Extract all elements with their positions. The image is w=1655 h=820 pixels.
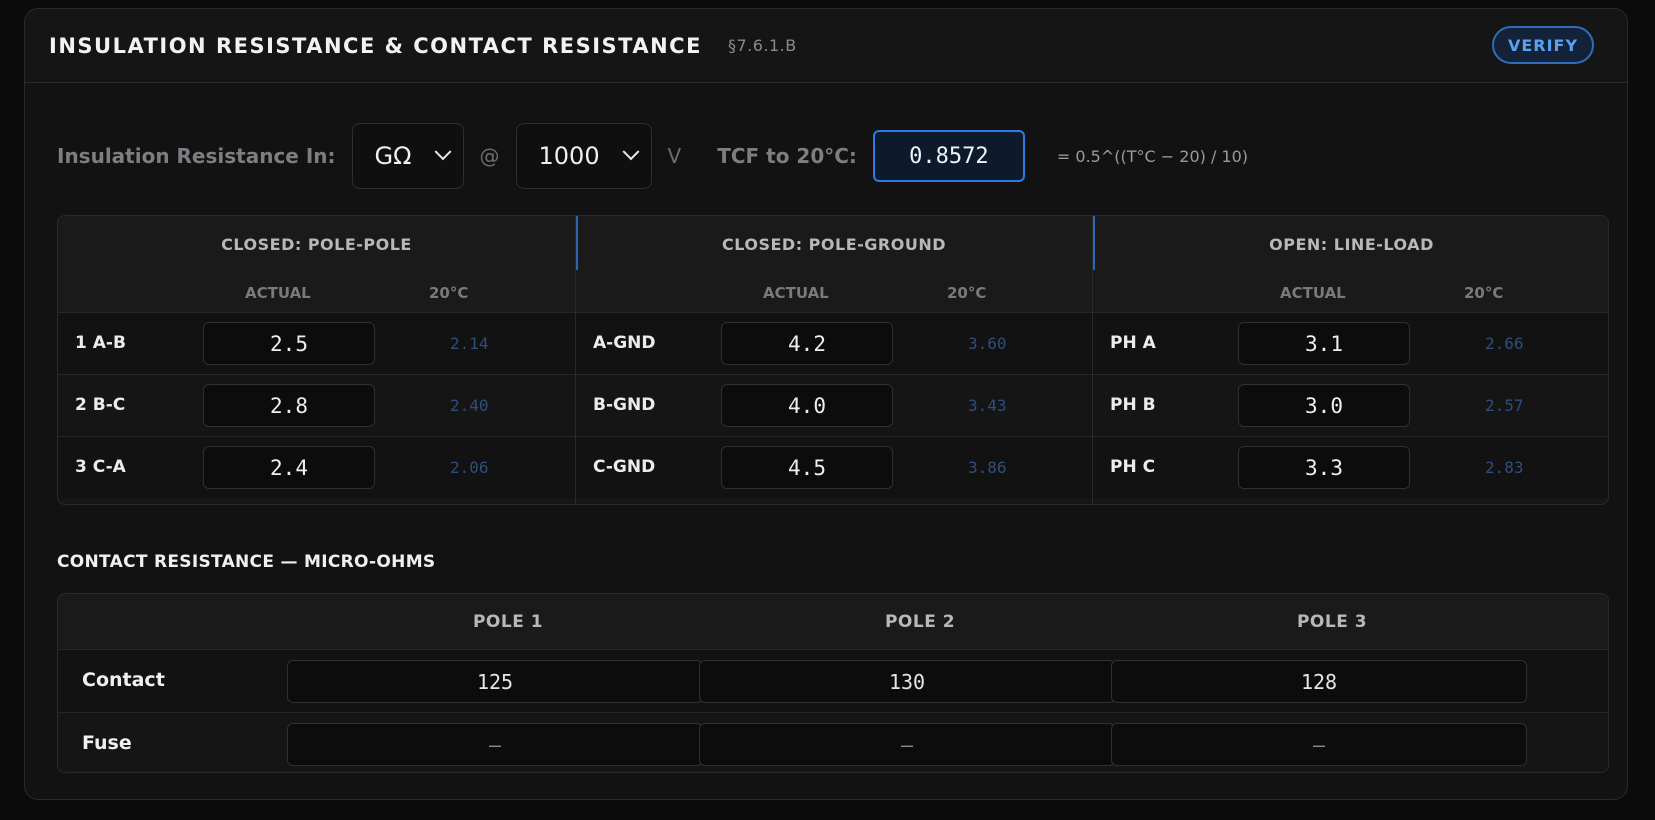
col-actual-header: ACTUAL [245, 284, 311, 302]
table-row: Contact 125 130 128 [58, 650, 1608, 712]
corrected-value: 2.40 [450, 396, 489, 415]
table-row: Fuse — — — [58, 712, 1608, 772]
col-actual-header: ACTUAL [1280, 284, 1346, 302]
row-label: PH C [1110, 457, 1156, 477]
voltage-select[interactable]: 1000 [515, 123, 652, 189]
group-subheader: ACTUAL 20°C [1093, 272, 1608, 312]
actual-input[interactable]: 4.0 [721, 384, 893, 427]
col-pole-1-header: POLE 1 [472, 612, 544, 632]
verify-button[interactable]: VERIFY [1492, 26, 1594, 64]
row-label: Contact [82, 669, 165, 691]
row-label: C-GND [593, 457, 656, 477]
table-row: C-GND 4.5 3.86 [576, 436, 1092, 498]
col-20c-header: 20°C [947, 284, 987, 302]
actual-input[interactable]: 4.5 [721, 446, 893, 489]
table-row: PH C 3.3 2.83 [1093, 436, 1608, 498]
insulation-contact-card: INSULATION RESISTANCE & CONTACT RESISTAN… [24, 8, 1628, 800]
unit-select-value: GΩ [374, 142, 412, 170]
corrected-value: 2.06 [450, 458, 489, 477]
chevron-down-icon [622, 143, 640, 161]
fuse-pole-2-input[interactable]: — [699, 723, 1115, 766]
group-subheader: ACTUAL 20°C [58, 272, 575, 312]
group-pole-pole: CLOSED: POLE-POLE ACTUAL 20°C 1 A-B 2.5 … [58, 216, 575, 504]
card-title: INSULATION RESISTANCE & CONTACT RESISTAN… [49, 33, 702, 58]
actual-input[interactable]: 2.4 [203, 446, 375, 489]
contact-resistance-title: CONTACT RESISTANCE — MICRO-OHMS [57, 552, 436, 572]
actual-input[interactable]: 4.2 [721, 322, 893, 365]
table-row: PH B 3.0 2.57 [1093, 374, 1608, 436]
unit-select[interactable]: GΩ [351, 123, 464, 189]
actual-input[interactable]: 3.3 [1238, 446, 1410, 489]
actual-input[interactable]: 3.1 [1238, 322, 1410, 365]
corrected-value: 2.66 [1485, 334, 1524, 353]
corrected-value: 2.83 [1485, 458, 1524, 477]
actual-input[interactable]: 2.8 [203, 384, 375, 427]
actual-input[interactable]: 3.0 [1238, 384, 1410, 427]
col-pole-3-header: POLE 3 [1296, 612, 1368, 632]
group-header: CLOSED: POLE-POLE [58, 216, 575, 272]
group-header: OPEN: LINE-LOAD [1093, 216, 1608, 272]
contact-pole-1-input[interactable]: 125 [287, 660, 703, 703]
row-label: A-GND [593, 333, 656, 353]
controls-row: Insulation Resistance In: GΩ @ 1000 V TC… [57, 123, 1248, 189]
table-row: 3 C-A 2.4 2.06 [58, 436, 575, 498]
voltage-select-value: 1000 [538, 142, 600, 170]
col-pole-2-header: POLE 2 [884, 612, 956, 632]
row-label: 2 B-C [75, 395, 126, 415]
corrected-value: 2.14 [450, 334, 489, 353]
col-20c-header: 20°C [1464, 284, 1504, 302]
card-header: INSULATION RESISTANCE & CONTACT RESISTAN… [25, 9, 1627, 83]
row-label: B-GND [593, 395, 656, 415]
table-row: PH A 3.1 2.66 [1093, 312, 1608, 374]
table-row: A-GND 4.2 3.60 [576, 312, 1092, 374]
table-row: B-GND 4.0 3.43 [576, 374, 1092, 436]
row-label: 3 C-A [75, 457, 126, 477]
table-row: 2 B-C 2.8 2.40 [58, 374, 575, 436]
ir-unit-label: Insulation Resistance In: [57, 144, 336, 168]
group-pole-ground: CLOSED: POLE-GROUND ACTUAL 20°C A-GND 4.… [575, 216, 1092, 504]
corrected-value: 3.43 [968, 396, 1007, 415]
tcf-formula: = 0.5^((T°C − 20) / 10) [1056, 146, 1249, 166]
group-accent-bar [576, 216, 578, 270]
section-reference: §7.6.1.B [727, 36, 797, 55]
corrected-value: 2.57 [1485, 396, 1524, 415]
tcf-input[interactable]: 0.8572 [872, 130, 1025, 182]
row-label: PH A [1110, 333, 1156, 353]
group-header: CLOSED: POLE-GROUND [576, 216, 1092, 272]
group-line-load: OPEN: LINE-LOAD ACTUAL 20°C PH A 3.1 2.6… [1092, 216, 1608, 504]
col-actual-header: ACTUAL [763, 284, 829, 302]
tcf-label: TCF to 20°C: [717, 144, 857, 168]
at-symbol: @ [479, 144, 500, 168]
fuse-pole-1-input[interactable]: — [287, 723, 703, 766]
contact-resistance-table: POLE 1 POLE 2 POLE 3 Contact 125 130 128… [57, 593, 1609, 773]
row-label: Fuse [82, 732, 132, 754]
fuse-pole-3-input[interactable]: — [1111, 723, 1527, 766]
col-20c-header: 20°C [429, 284, 469, 302]
actual-input[interactable]: 2.5 [203, 322, 375, 365]
row-label: 1 A-B [75, 333, 126, 353]
insulation-table: CLOSED: POLE-POLE ACTUAL 20°C 1 A-B 2.5 … [57, 215, 1609, 505]
table-row: 1 A-B 2.5 2.14 [58, 312, 575, 374]
voltage-unit: V [667, 144, 682, 168]
chevron-down-icon [434, 143, 452, 161]
contact-pole-2-input[interactable]: 130 [699, 660, 1115, 703]
contact-table-header: POLE 1 POLE 2 POLE 3 [58, 594, 1608, 650]
group-subheader: ACTUAL 20°C [576, 272, 1092, 312]
group-accent-bar [1093, 216, 1095, 270]
corrected-value: 3.60 [968, 334, 1007, 353]
corrected-value: 3.86 [968, 458, 1007, 477]
row-label: PH B [1110, 395, 1156, 415]
contact-pole-3-input[interactable]: 128 [1111, 660, 1527, 703]
